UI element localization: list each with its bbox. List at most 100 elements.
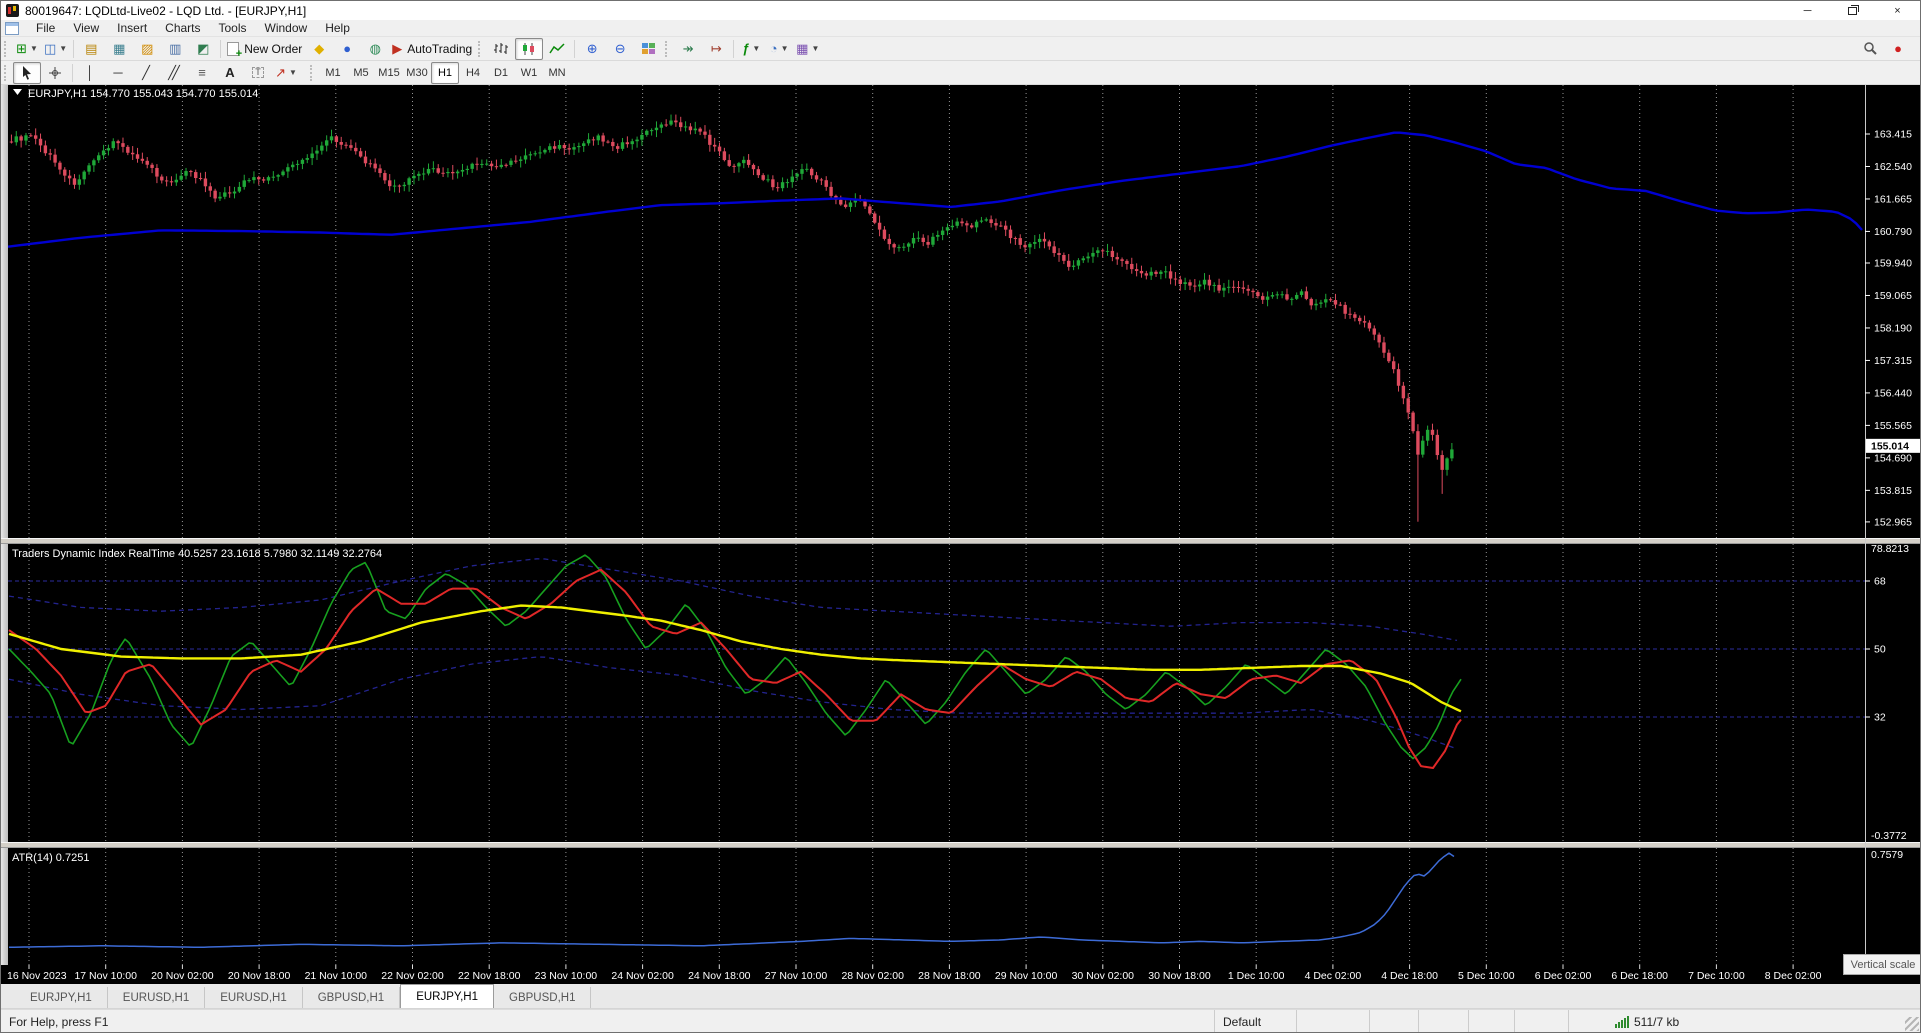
chart-window-icon[interactable] — [5, 21, 19, 35]
channel-icon: ╱╱ — [168, 65, 179, 80]
crosshair-button[interactable] — [41, 62, 69, 84]
text-label-button[interactable]: T — [244, 62, 272, 84]
timeframe-button-mn[interactable]: MN — [543, 62, 571, 84]
terminal-button[interactable]: ▥ — [161, 38, 189, 60]
new-chart-button[interactable]: ⊞ ▼ — [13, 38, 41, 60]
data-window-button[interactable]: ▦ — [105, 38, 133, 60]
chevron-down-icon: ▼ — [288, 68, 297, 77]
main-chart-pane[interactable] — [8, 85, 1920, 538]
menu-item-tools[interactable]: Tools — [210, 20, 256, 36]
line-studies-toolbar: │ ─ ╱ ╱╱ ≡ A T ↗ ▼ M1 M5 M15 M30 H1 H4 D1 W1 MN — [1, 61, 1920, 85]
timeframe-button-w1[interactable]: W1 — [515, 62, 543, 84]
market-watch-button[interactable]: ▤ — [77, 38, 105, 60]
window-title: 80019647: LQDLtd-Live02 - LQD Ltd. - [EU… — [25, 3, 307, 18]
menu-item-charts[interactable]: Charts — [156, 20, 209, 36]
fibonacci-button[interactable]: ≡ — [188, 62, 216, 84]
close-button[interactable]: × — [1875, 1, 1920, 20]
chart-shift-icon: ↦ — [710, 41, 722, 56]
alerts-button[interactable]: ● — [1884, 38, 1912, 60]
restore-icon — [1848, 4, 1859, 15]
arrows-button[interactable]: ↗ ▼ — [272, 62, 300, 84]
clock-icon: ◔ — [769, 41, 778, 56]
terminal-icon: ▥ — [169, 41, 182, 56]
bar-chart-icon — [494, 42, 509, 54]
restore-button[interactable] — [1830, 1, 1875, 20]
autotrading-label: AutoTrading — [407, 41, 473, 56]
menu-item-view[interactable]: View — [64, 20, 108, 36]
news-button[interactable]: ● — [333, 38, 361, 60]
community-button[interactable]: ◍ — [361, 38, 389, 60]
vertical-line-button[interactable]: │ — [76, 62, 104, 84]
menu-item-file[interactable]: File — [27, 20, 64, 36]
time-axis[interactable] — [1, 965, 1920, 984]
status-help-text: For Help, press F1 — [9, 1015, 109, 1029]
connection-bars-icon — [1615, 1016, 1629, 1028]
chart-tab-2[interactable]: EURUSD,H1 — [205, 987, 303, 1008]
menubar: File View Insert Charts Tools Window Help — [1, 20, 1920, 37]
auto-scroll-button[interactable]: ↠ — [674, 38, 702, 60]
market-watch-icon: ▤ — [85, 41, 98, 56]
search-icon — [1863, 42, 1877, 55]
search-button[interactable] — [1856, 38, 1884, 60]
news-icon: ● — [343, 41, 352, 56]
menu-item-window[interactable]: Window — [256, 20, 317, 36]
indicators-button[interactable]: ƒ ▼ — [737, 38, 765, 60]
timeframe-button-h4[interactable]: H4 — [459, 62, 487, 84]
channel-button[interactable]: ╱╱ — [160, 62, 188, 84]
new-order-label: New Order — [244, 41, 303, 56]
chart-tab-1[interactable]: EURUSD,H1 — [108, 987, 206, 1008]
profiles-icon: ◫ — [44, 41, 57, 56]
strategy-tester-button[interactable]: ◩ — [189, 38, 217, 60]
menu-item-help[interactable]: Help — [316, 20, 359, 36]
standard-toolbar: ⊞▼ ◫▼ ▤ ▦ ▨ ▥ ◩ New Order ◆ ● ◍ ▶AutoTra… — [1, 37, 1920, 61]
timeframe-button-h1[interactable]: H1 — [431, 61, 459, 84]
metaeditor-button[interactable]: ◆ — [305, 38, 333, 60]
chart-tab-0[interactable]: EURJPY,H1 — [15, 987, 108, 1008]
candlestick-chart-icon — [523, 42, 535, 55]
chart-tab-5[interactable]: GBPUSD,H1 — [494, 987, 592, 1008]
candlestick-chart-button[interactable] — [515, 37, 544, 60]
alert-icon: ● — [1894, 41, 1902, 56]
chevron-down-icon: ▼ — [811, 44, 820, 53]
horizontal-line-button[interactable]: ─ — [104, 62, 132, 84]
timeframe-button-m30[interactable]: M30 — [403, 62, 431, 84]
timeframe-button-m1[interactable]: M1 — [319, 62, 347, 84]
timeframe-button-d1[interactable]: D1 — [487, 62, 515, 84]
line-chart-icon — [549, 42, 565, 53]
zoom-out-button[interactable]: ⊖ — [606, 38, 634, 60]
navigator-button[interactable]: ▨ — [133, 38, 161, 60]
zoom-in-button[interactable]: ⊕ — [578, 38, 606, 60]
trendline-button[interactable]: ╱ — [132, 62, 160, 84]
chart-tabs-bar: EURJPY,H1 EURUSD,H1 EURUSD,H1 GBPUSD,H1 EURJ… — [1, 984, 1920, 1009]
trendline-icon: ╱ — [142, 65, 150, 80]
status-profile[interactable]: Default — [1214, 1010, 1296, 1032]
menu-item-insert[interactable]: Insert — [108, 20, 156, 36]
chart-shift-button[interactable]: ↦ — [702, 38, 730, 60]
autotrading-button[interactable]: ▶ AutoTrading — [389, 38, 475, 60]
text-button[interactable]: A — [216, 62, 244, 84]
data-window-icon: ▦ — [113, 41, 126, 56]
vertical-scale-tooltip: Vertical scale — [1843, 954, 1920, 975]
tdi-indicator-pane[interactable] — [8, 544, 1920, 842]
chart-tab-3[interactable]: GBPUSD,H1 — [303, 987, 401, 1008]
line-chart-button[interactable] — [543, 38, 571, 60]
profiles-button[interactable]: ◫ ▼ — [41, 38, 70, 60]
metaeditor-icon: ◆ — [314, 41, 325, 56]
periods-button[interactable]: ◔ ▼ — [765, 38, 793, 60]
chart-tab-4[interactable]: EURJPY,H1 — [400, 984, 494, 1008]
timeframe-button-m15[interactable]: M15 — [375, 62, 403, 84]
timeframe-button-m5[interactable]: M5 — [347, 62, 375, 84]
mt4-window: 80019647: LQDLtd-Live02 - LQD Ltd. - [EU… — [0, 0, 1921, 1033]
cursor-button[interactable] — [13, 61, 41, 84]
statusbar: For Help, press F1 Default 511/7 kb — [1, 1009, 1920, 1032]
status-cell — [1369, 1010, 1418, 1032]
templates-button[interactable]: ▦ ▼ — [793, 38, 822, 60]
new-order-button[interactable]: New Order — [224, 38, 305, 60]
text-icon: A — [225, 65, 235, 80]
minimize-button[interactable]: ─ — [1785, 1, 1830, 20]
atr-indicator-pane[interactable] — [8, 848, 1920, 965]
strategy-tester-icon: ◩ — [197, 41, 210, 56]
bar-chart-button[interactable] — [487, 38, 515, 60]
tile-windows-button[interactable] — [634, 38, 662, 60]
resize-grip[interactable] — [1905, 1017, 1919, 1031]
